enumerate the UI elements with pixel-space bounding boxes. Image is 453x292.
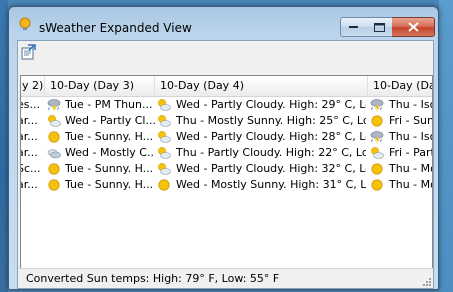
cell-day-2-text: ar... xyxy=(21,146,38,159)
cell-day-2[interactable]: Sc... xyxy=(21,161,45,177)
table-row[interactable]: ar... Wed - Mostly C... Thu - Partly Cloud… xyxy=(21,145,432,161)
cell-day-3[interactable]: Tue - Sunny. H... xyxy=(65,177,155,193)
cell-day-2-text: es... xyxy=(21,98,40,111)
column-header-day-3[interactable]: 10-Day (Day 3) xyxy=(45,76,155,96)
cell-day-5-text: Fri - Partl. xyxy=(389,146,432,159)
sun-icon xyxy=(371,179,383,191)
minimize-button[interactable] xyxy=(340,17,368,37)
cell-day-2[interactable]: ar... xyxy=(21,113,45,129)
sun-icon xyxy=(371,163,383,175)
cell-day-5[interactable]: Fri - Partl. xyxy=(389,145,432,161)
cell-day-5[interactable]: Thu - Isol xyxy=(389,129,432,145)
cell-day-3[interactable]: Tue - Sunny. H... xyxy=(65,129,155,145)
grid-header: y 2) 10-Day (Day 3) 10-Day (Day 4) 10-Da… xyxy=(21,76,432,97)
cell-day-3[interactable]: Tue - Sunny. H... xyxy=(65,161,155,177)
status-text: Converted Sun temps: High: 79° F, Low: 5… xyxy=(26,272,280,285)
cell-day-5[interactable]: Thu - Isol xyxy=(389,97,432,113)
cell-day-3-text: Tue - Sunny. H... xyxy=(65,162,154,175)
cell-day-5-text: Fri - Sun. xyxy=(389,114,432,127)
cell-day-2-text: ar... xyxy=(21,178,38,191)
cell-day-5-text: Thu - Mo xyxy=(389,178,432,191)
maximize-button[interactable] xyxy=(366,17,393,37)
maximize-icon xyxy=(373,22,385,32)
cell-day-3-text: Wed - Partly Cl... xyxy=(65,114,155,127)
cell-day-4[interactable]: Wed - Partly Cloudy. High: 28° C, Lo... xyxy=(176,129,366,145)
cell-day-3[interactable]: Wed - Partly Cl... xyxy=(65,113,155,129)
title-bar[interactable]: sWeather Expanded View xyxy=(9,7,438,41)
forecast-grid[interactable]: y 2) 10-Day (Day 3) 10-Day (Day 4) 10-Da… xyxy=(20,75,433,288)
cell-day-4[interactable]: Thu - Partly Cloudy. High: 22° C, Lo... xyxy=(176,145,366,161)
cell-day-2[interactable]: es... xyxy=(21,97,45,113)
cell-day-5[interactable]: Thu - Mo xyxy=(389,161,432,177)
cell-day-3-text: Wed - Mostly C... xyxy=(65,146,155,159)
window-title: sWeather Expanded View xyxy=(39,21,192,35)
app-sun-icon xyxy=(19,17,31,30)
cell-day-2[interactable]: ar... xyxy=(21,129,45,145)
cell-day-3-text: Tue - Sunny. H... xyxy=(65,178,154,191)
cell-day-2-text: Sc... xyxy=(21,162,41,175)
cell-day-2[interactable]: ar... xyxy=(21,177,45,193)
partly-cloudy-icon xyxy=(158,163,171,175)
partly-cloudy-icon xyxy=(158,115,171,127)
cell-day-2[interactable]: ar... xyxy=(21,145,45,161)
cell-day-4-text: Wed - Partly Cloudy. High: 32° C, Lo... xyxy=(176,162,366,175)
column-header-day-5[interactable]: 10-Day (Day xyxy=(368,76,432,96)
partly-cloudy-icon xyxy=(158,147,171,159)
thunder-icon xyxy=(370,131,384,144)
thunder-icon xyxy=(47,99,61,112)
column-header-day-2[interactable]: y 2) xyxy=(21,76,45,96)
resize-grip-icon[interactable] xyxy=(421,276,431,286)
cell-day-5-text: Thu - Mo xyxy=(389,162,432,175)
window-client-area: y 2) 10-Day (Day 3) 10-Day (Day 4) 10-Da… xyxy=(17,40,434,289)
close-button[interactable] xyxy=(392,17,435,37)
cell-day-5[interactable]: Fri - Sun. xyxy=(389,113,432,129)
table-row[interactable]: es... Tue - PM Thun... Wed - Partly Cloudy… xyxy=(21,97,432,113)
close-icon xyxy=(407,22,419,32)
table-row[interactable]: ar... Wed - Partly Cl... Thu - Mostly Sunn… xyxy=(21,113,432,129)
status-bar: Converted Sun temps: High: 79° F, Low: 5… xyxy=(18,268,433,288)
partly-cloudy-icon xyxy=(158,131,171,143)
cell-day-4[interactable]: Wed - Mostly Sunny. High: 31° C, Lo... xyxy=(176,177,366,193)
sun-icon xyxy=(48,163,60,175)
cell-day-4[interactable]: Wed - Partly Cloudy. High: 32° C, Lo... xyxy=(176,161,366,177)
desktop-background-left xyxy=(0,0,8,292)
desktop-background-right xyxy=(439,0,453,292)
cell-day-5-text: Thu - Isol xyxy=(389,98,432,111)
minimize-icon xyxy=(349,26,358,28)
cell-day-4-text: Wed - Partly Cloudy. High: 29° C, Lo... xyxy=(176,98,366,111)
cell-day-4-text: Wed - Partly Cloudy. High: 28° C, Lo... xyxy=(176,130,366,143)
toolbar xyxy=(18,41,433,63)
cell-day-5-text: Thu - Isol xyxy=(389,130,432,143)
table-row[interactable]: ar... Tue - Sunny. H... Wed - Mostly Sunny… xyxy=(21,177,432,193)
partly-cloudy-icon xyxy=(48,115,61,127)
sun-icon xyxy=(48,131,60,143)
cloudy-icon xyxy=(47,149,61,159)
cell-day-3[interactable]: Tue - PM Thun... xyxy=(65,97,155,113)
cell-day-2-text: ar... xyxy=(21,130,38,143)
cell-day-4-text: Thu - Partly Cloudy. High: 22° C, Lo... xyxy=(176,146,366,159)
cell-day-2-text: ar... xyxy=(21,114,38,127)
sun-icon xyxy=(371,115,383,127)
partly-cloudy-icon xyxy=(158,99,171,111)
cell-day-3-text: Tue - Sunny. H... xyxy=(65,130,154,143)
sun-icon xyxy=(48,179,60,191)
partly-cloudy-icon xyxy=(371,147,384,159)
export-icon[interactable] xyxy=(20,44,36,60)
app-window: sWeather Expanded View y 2) 10-Day (Day … xyxy=(8,6,439,290)
sun-icon xyxy=(158,179,170,191)
thunder-icon xyxy=(370,99,384,112)
cell-day-4[interactable]: Wed - Partly Cloudy. High: 29° C, Lo... xyxy=(176,97,366,113)
cell-day-4-text: Thu - Mostly Sunny. High: 25° C, Lo... xyxy=(176,114,366,127)
table-row[interactable]: ar... Tue - Sunny. H... Wed - Partly Cloud… xyxy=(21,129,432,145)
cell-day-4-text: Wed - Mostly Sunny. High: 31° C, Lo... xyxy=(176,178,366,191)
cell-day-4[interactable]: Thu - Mostly Sunny. High: 25° C, Lo... xyxy=(176,113,366,129)
cell-day-5[interactable]: Thu - Mo xyxy=(389,177,432,193)
column-header-day-4[interactable]: 10-Day (Day 4) xyxy=(155,76,368,96)
cell-day-3-text: Tue - PM Thun... xyxy=(65,98,153,111)
cell-day-3[interactable]: Wed - Mostly C... xyxy=(65,145,155,161)
table-row[interactable]: Sc... Tue - Sunny. H... Wed - Partly Cloud… xyxy=(21,161,432,177)
